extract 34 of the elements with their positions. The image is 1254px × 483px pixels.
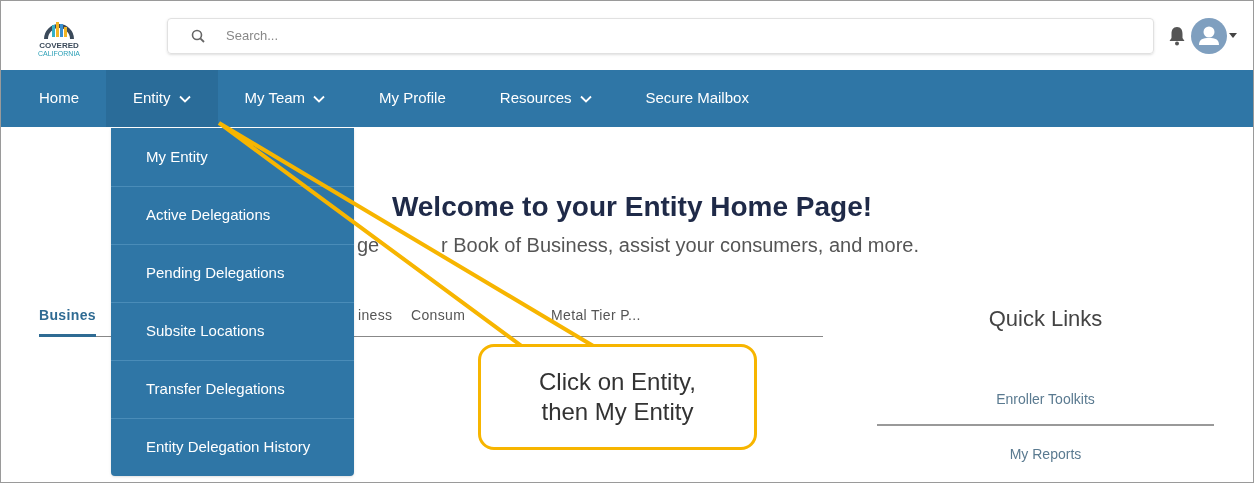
avatar-icon [1191,17,1227,54]
chevron-down-icon [313,94,326,103]
nav-item[interactable]: My Profile [352,70,473,127]
menu-item[interactable]: Subsite Locations [111,302,354,360]
page-subtitle: ge [357,233,381,258]
menu-item[interactable]: My Entity [111,128,354,186]
quick-links-title: Quick Links [988,305,1103,333]
search-field[interactable]: Search... [167,17,1154,54]
tab[interactable]: Consum [411,305,466,337]
quick-link[interactable]: My Reports [1009,444,1082,465]
nav-item[interactable]: My Team [217,70,353,127]
tab[interactable]: Metal Tier P... [551,305,641,337]
caret-icon [1229,33,1237,38]
bell-icon[interactable] [1168,25,1186,46]
callout-text: Click on Entity, [539,367,696,397]
menu-item[interactable]: Active Delegations [111,186,354,244]
page-heading: Welcome to your Entity Home Page! [391,190,873,224]
chevron-down-icon [579,94,592,103]
logo-text: COVERED [39,41,79,50]
tab[interactable]: Busines [39,305,96,337]
page-subtitle: r Book of Business, assist your consumers, and more. [441,233,919,258]
chevron-down-icon [178,94,191,103]
nav-item[interactable]: Home [12,70,106,127]
menu-item[interactable]: Pending Delegations [111,244,354,302]
user-menu[interactable] [1191,17,1237,54]
menu-item[interactable]: Entity Delegation History [111,418,354,476]
tab[interactable]: iness [358,305,393,337]
nav-item[interactable]: Entity [106,70,218,127]
nav-item[interactable]: Resources [472,70,619,127]
nav-item[interactable]: Secure Mailbox [618,70,776,127]
quick-link[interactable]: Enroller Toolkits [996,389,1095,410]
callout-text: then My Entity [541,397,694,427]
menu-item[interactable]: Transfer Delegations [111,360,354,418]
search-icon [191,28,205,43]
